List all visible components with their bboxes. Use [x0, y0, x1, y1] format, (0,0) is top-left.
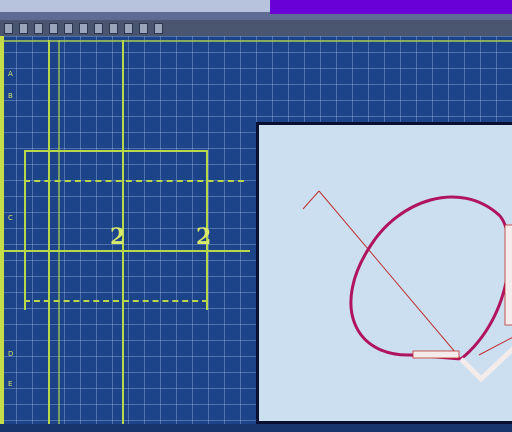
side-mark: E	[8, 380, 13, 388]
canvas-digit: 2	[196, 224, 212, 250]
title-bar	[0, 0, 512, 20]
guide-dashed[interactable]	[24, 300, 208, 302]
guide-vertical[interactable]	[48, 40, 50, 432]
left-ruler	[0, 36, 4, 432]
guide-line	[302, 190, 320, 210]
app-window: 2 2 A B C D E	[0, 0, 512, 432]
toolbar-button[interactable]	[94, 22, 103, 34]
control-point[interactable]	[412, 350, 460, 359]
side-mark: C	[8, 214, 13, 222]
toolbar-button[interactable]	[154, 22, 163, 34]
canvas-digit: 2	[110, 224, 126, 250]
toolbar-button[interactable]	[109, 22, 118, 34]
toolbar-button[interactable]	[64, 22, 73, 34]
title-bar-left-segment	[0, 0, 270, 12]
curve-preview	[302, 190, 512, 383]
guide-vertical[interactable]	[58, 40, 60, 432]
status-bar	[0, 424, 512, 432]
bezier-curve[interactable]	[349, 195, 511, 361]
toolbar-button[interactable]	[4, 22, 13, 34]
toolbar	[0, 20, 512, 36]
guide-horizontal[interactable]	[0, 40, 512, 42]
toolbar-button[interactable]	[49, 22, 58, 34]
title-bar-accent	[270, 0, 512, 14]
guide-horizontal[interactable]	[4, 250, 250, 252]
guide-vertical[interactable]	[24, 150, 26, 310]
side-mark: B	[8, 92, 13, 100]
toolbar-button[interactable]	[79, 22, 88, 34]
toolbar-button[interactable]	[139, 22, 148, 34]
control-point[interactable]	[504, 224, 512, 326]
toolbar-button[interactable]	[19, 22, 28, 34]
toolbar-button[interactable]	[124, 22, 133, 34]
guide-line	[318, 190, 462, 360]
side-mark: A	[8, 70, 13, 78]
side-mark: D	[8, 350, 14, 358]
toolbar-button[interactable]	[34, 22, 43, 34]
guide-horizontal[interactable]	[24, 150, 208, 152]
preview-panel[interactable]	[256, 122, 512, 424]
guide-dashed[interactable]	[24, 180, 244, 182]
